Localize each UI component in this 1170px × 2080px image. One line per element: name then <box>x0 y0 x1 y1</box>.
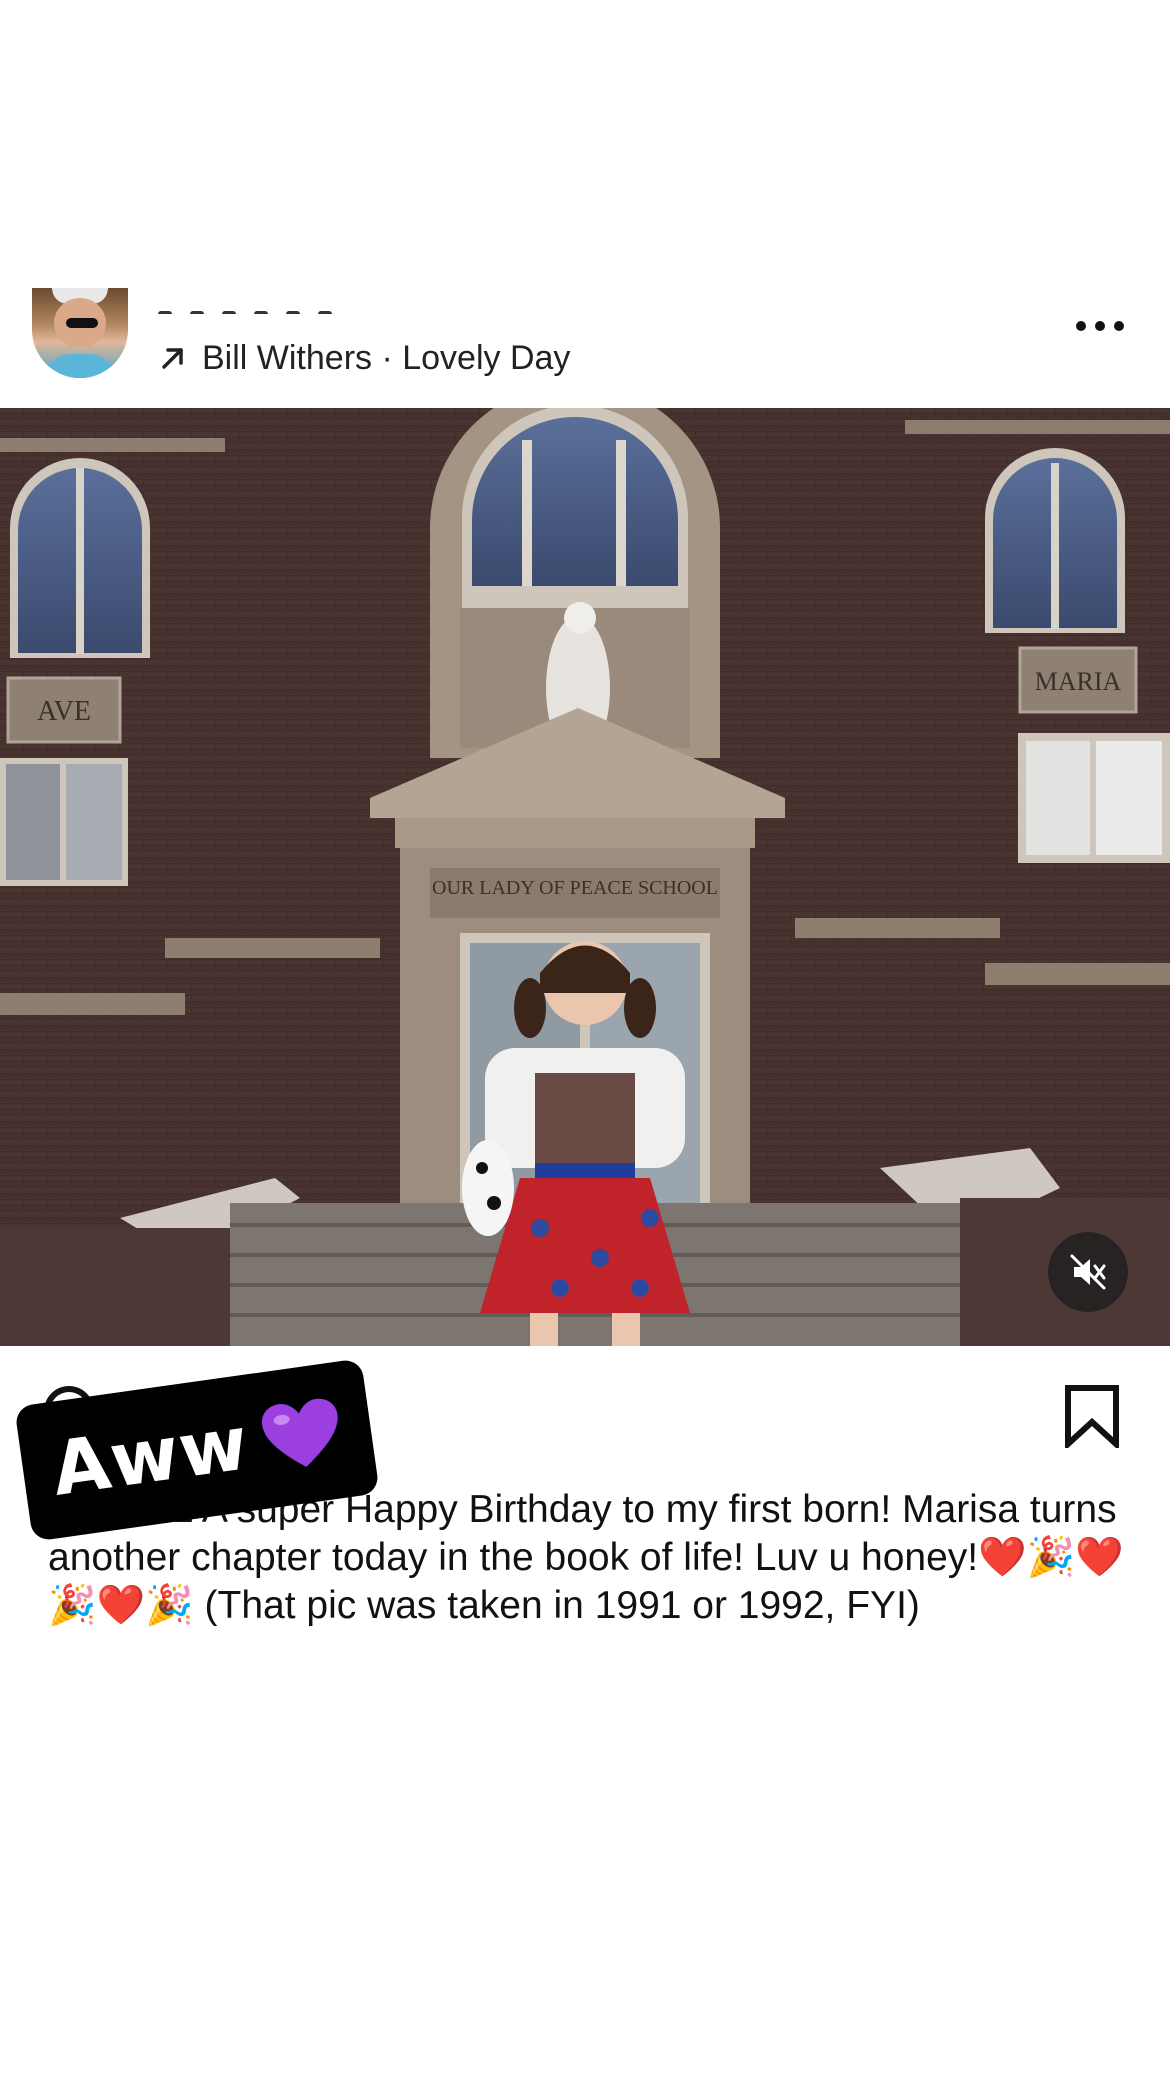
speaker-muted-icon <box>1070 1254 1106 1290</box>
avatar[interactable] <box>32 288 128 378</box>
school-photo-illustration: AVE MARIA OUR LADY OF PEACE SCHOOL <box>0 408 1170 1346</box>
sign-maria: MARIA <box>1035 667 1122 696</box>
sign-school: OUR LADY OF PEACE SCHOOL <box>432 877 718 899</box>
post-photo[interactable]: AVE MARIA OUR LADY OF PEACE SCHOOL <box>0 408 1170 1346</box>
heart-emoji: ❤️ <box>1075 1536 1124 1579</box>
avatar-shirt <box>42 354 118 378</box>
bookmark-icon[interactable] <box>1062 1384 1122 1448</box>
caption-text-end: (That pic was taken in 1991 or 1992, FYI… <box>193 1584 920 1627</box>
sticker-text: Aww <box>46 1400 254 1513</box>
mute-button[interactable] <box>1048 1232 1128 1312</box>
purple-heart-icon <box>261 1398 338 1468</box>
heart-emoji: ❤️ <box>978 1536 1027 1579</box>
party-emoji: 🎉 <box>145 1584 194 1627</box>
music-attribution[interactable]: Bill Withers · Lovely Day <box>158 336 570 380</box>
more-horizontal-icon[interactable] <box>1076 314 1132 338</box>
party-emoji: 🎉 <box>48 1584 97 1627</box>
cut-off-username <box>158 304 388 314</box>
avatar-glasses <box>66 318 98 328</box>
heart-emoji: ❤️ <box>96 1584 146 1627</box>
arrow-up-right-icon <box>162 348 183 369</box>
sign-ave: AVE <box>37 696 91 727</box>
music-label: Bill Withers · Lovely Day <box>202 338 571 377</box>
party-emoji: 🎉 <box>1026 1536 1076 1579</box>
